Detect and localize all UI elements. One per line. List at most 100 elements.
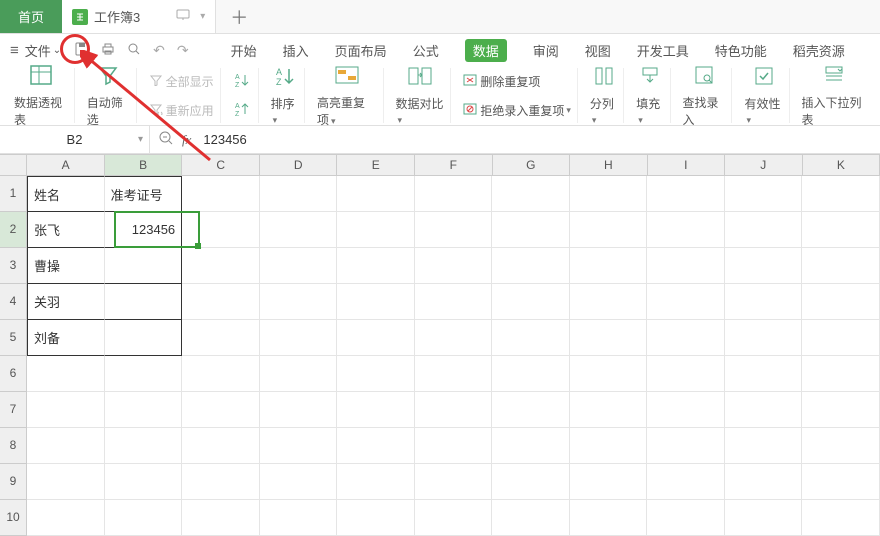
tab-devtools[interactable]: 开发工具 [637, 41, 689, 60]
cell-A3[interactable]: 曹操 [27, 248, 105, 284]
cell-H7[interactable] [570, 392, 648, 428]
tab-workbook[interactable]: 工作簿3 ▾ [62, 0, 216, 33]
sort-asc-button[interactable]: AZ [233, 68, 252, 94]
cell-I1[interactable] [647, 176, 725, 212]
cell-I5[interactable] [647, 320, 725, 356]
formula-input[interactable] [199, 132, 699, 147]
fx-icon[interactable]: fx [182, 132, 191, 148]
row-header-9[interactable]: 9 [0, 464, 27, 500]
cell-E10[interactable] [337, 500, 415, 536]
cell-G2[interactable] [492, 212, 570, 248]
sort-button[interactable]: AZ 排序▾ [265, 68, 305, 123]
cell-F9[interactable] [415, 464, 493, 500]
cell-I10[interactable] [647, 500, 725, 536]
row-header-10[interactable]: 10 [0, 500, 27, 536]
cell-G9[interactable] [492, 464, 570, 500]
data-compare-button[interactable]: 数据对比▾ [390, 68, 452, 123]
undo-icon[interactable]: ↶ [153, 42, 165, 59]
cell-C7[interactable] [182, 392, 260, 428]
cell-F8[interactable] [415, 428, 493, 464]
tab-special[interactable]: 特色功能 [715, 41, 767, 60]
row-header-7[interactable]: 7 [0, 392, 27, 428]
highlight-dup-button[interactable]: 高亮重复项▾ [311, 68, 384, 123]
row-header-3[interactable]: 3 [0, 248, 27, 284]
cell-E5[interactable] [337, 320, 415, 356]
reject-dup-button[interactable]: 拒绝录入重复项▾ [463, 97, 571, 123]
print-preview-icon[interactable] [127, 42, 141, 59]
cell-A1[interactable]: 姓名 [27, 176, 105, 212]
cell-D2[interactable] [260, 212, 338, 248]
cell-G3[interactable] [492, 248, 570, 284]
cell-J8[interactable] [725, 428, 803, 464]
col-header-B[interactable]: B [105, 155, 183, 175]
cell-B6[interactable] [105, 356, 183, 392]
cell-B2[interactable]: 123456 [105, 212, 183, 248]
cell-I7[interactable] [647, 392, 725, 428]
cell-D5[interactable] [260, 320, 338, 356]
remove-dup-button[interactable]: 删除重复项 [463, 68, 540, 94]
cell-K5[interactable] [802, 320, 880, 356]
cell-D4[interactable] [260, 284, 338, 320]
print-icon[interactable] [101, 42, 115, 59]
col-header-J[interactable]: J [725, 155, 803, 175]
cell-J9[interactable] [725, 464, 803, 500]
cell-G10[interactable] [492, 500, 570, 536]
cell-K7[interactable] [802, 392, 880, 428]
cell-K4[interactable] [802, 284, 880, 320]
tab-home[interactable]: 首页 [0, 0, 62, 33]
reapply-button[interactable]: 重新应用 [149, 97, 214, 123]
select-all-corner[interactable] [0, 155, 27, 175]
tab-review[interactable]: 审阅 [533, 41, 559, 60]
cell-K6[interactable] [802, 356, 880, 392]
pivot-group[interactable]: 数据透视表 [8, 68, 75, 123]
cell-B9[interactable] [105, 464, 183, 500]
cell-B3[interactable] [105, 248, 183, 284]
cell-J3[interactable] [725, 248, 803, 284]
col-header-I[interactable]: I [648, 155, 726, 175]
cell-D1[interactable] [260, 176, 338, 212]
row-header-1[interactable]: 1 [0, 176, 27, 212]
cell-I4[interactable] [647, 284, 725, 320]
cell-D9[interactable] [260, 464, 338, 500]
cell-I3[interactable] [647, 248, 725, 284]
cell-J6[interactable] [725, 356, 803, 392]
cell-E8[interactable] [337, 428, 415, 464]
cell-C4[interactable] [182, 284, 260, 320]
tab-resources[interactable]: 稻壳资源 [793, 41, 845, 60]
cell-C5[interactable] [182, 320, 260, 356]
cell-J5[interactable] [725, 320, 803, 356]
cell-A5[interactable]: 刘备 [27, 320, 105, 356]
cell-I6[interactable] [647, 356, 725, 392]
cell-I9[interactable] [647, 464, 725, 500]
add-tab-button[interactable]: ＋ [216, 0, 262, 33]
cell-D6[interactable] [260, 356, 338, 392]
cell-A7[interactable] [27, 392, 105, 428]
cell-C2[interactable] [182, 212, 260, 248]
cell-C8[interactable] [182, 428, 260, 464]
presentation-mode-icon[interactable] [176, 9, 190, 24]
cell-G6[interactable] [492, 356, 570, 392]
tab-menu-dropdown-icon[interactable]: ▾ [200, 11, 205, 22]
cell-B10[interactable] [105, 500, 183, 536]
cell-K2[interactable] [802, 212, 880, 248]
cell-G4[interactable] [492, 284, 570, 320]
hamburger-icon[interactable]: ≡ [10, 42, 19, 59]
row-header-6[interactable]: 6 [0, 356, 27, 392]
cell-C10[interactable] [182, 500, 260, 536]
cell-G1[interactable] [492, 176, 570, 212]
tab-layout[interactable]: 页面布局 [335, 41, 387, 60]
cell-J7[interactable] [725, 392, 803, 428]
col-header-H[interactable]: H [570, 155, 648, 175]
cell-D10[interactable] [260, 500, 338, 536]
cell-K1[interactable] [802, 176, 880, 212]
name-box[interactable]: B2 ▾ [0, 126, 150, 153]
cell-I8[interactable] [647, 428, 725, 464]
cell-J4[interactable] [725, 284, 803, 320]
cell-F10[interactable] [415, 500, 493, 536]
redo-icon[interactable]: ↷ [177, 42, 189, 59]
file-menu[interactable]: 文件 ⌄ [21, 39, 65, 62]
cell-F5[interactable] [415, 320, 493, 356]
validation-button[interactable]: 有效性▾ [738, 68, 789, 123]
cell-I2[interactable] [647, 212, 725, 248]
tab-data[interactable]: 数据 [465, 39, 507, 62]
